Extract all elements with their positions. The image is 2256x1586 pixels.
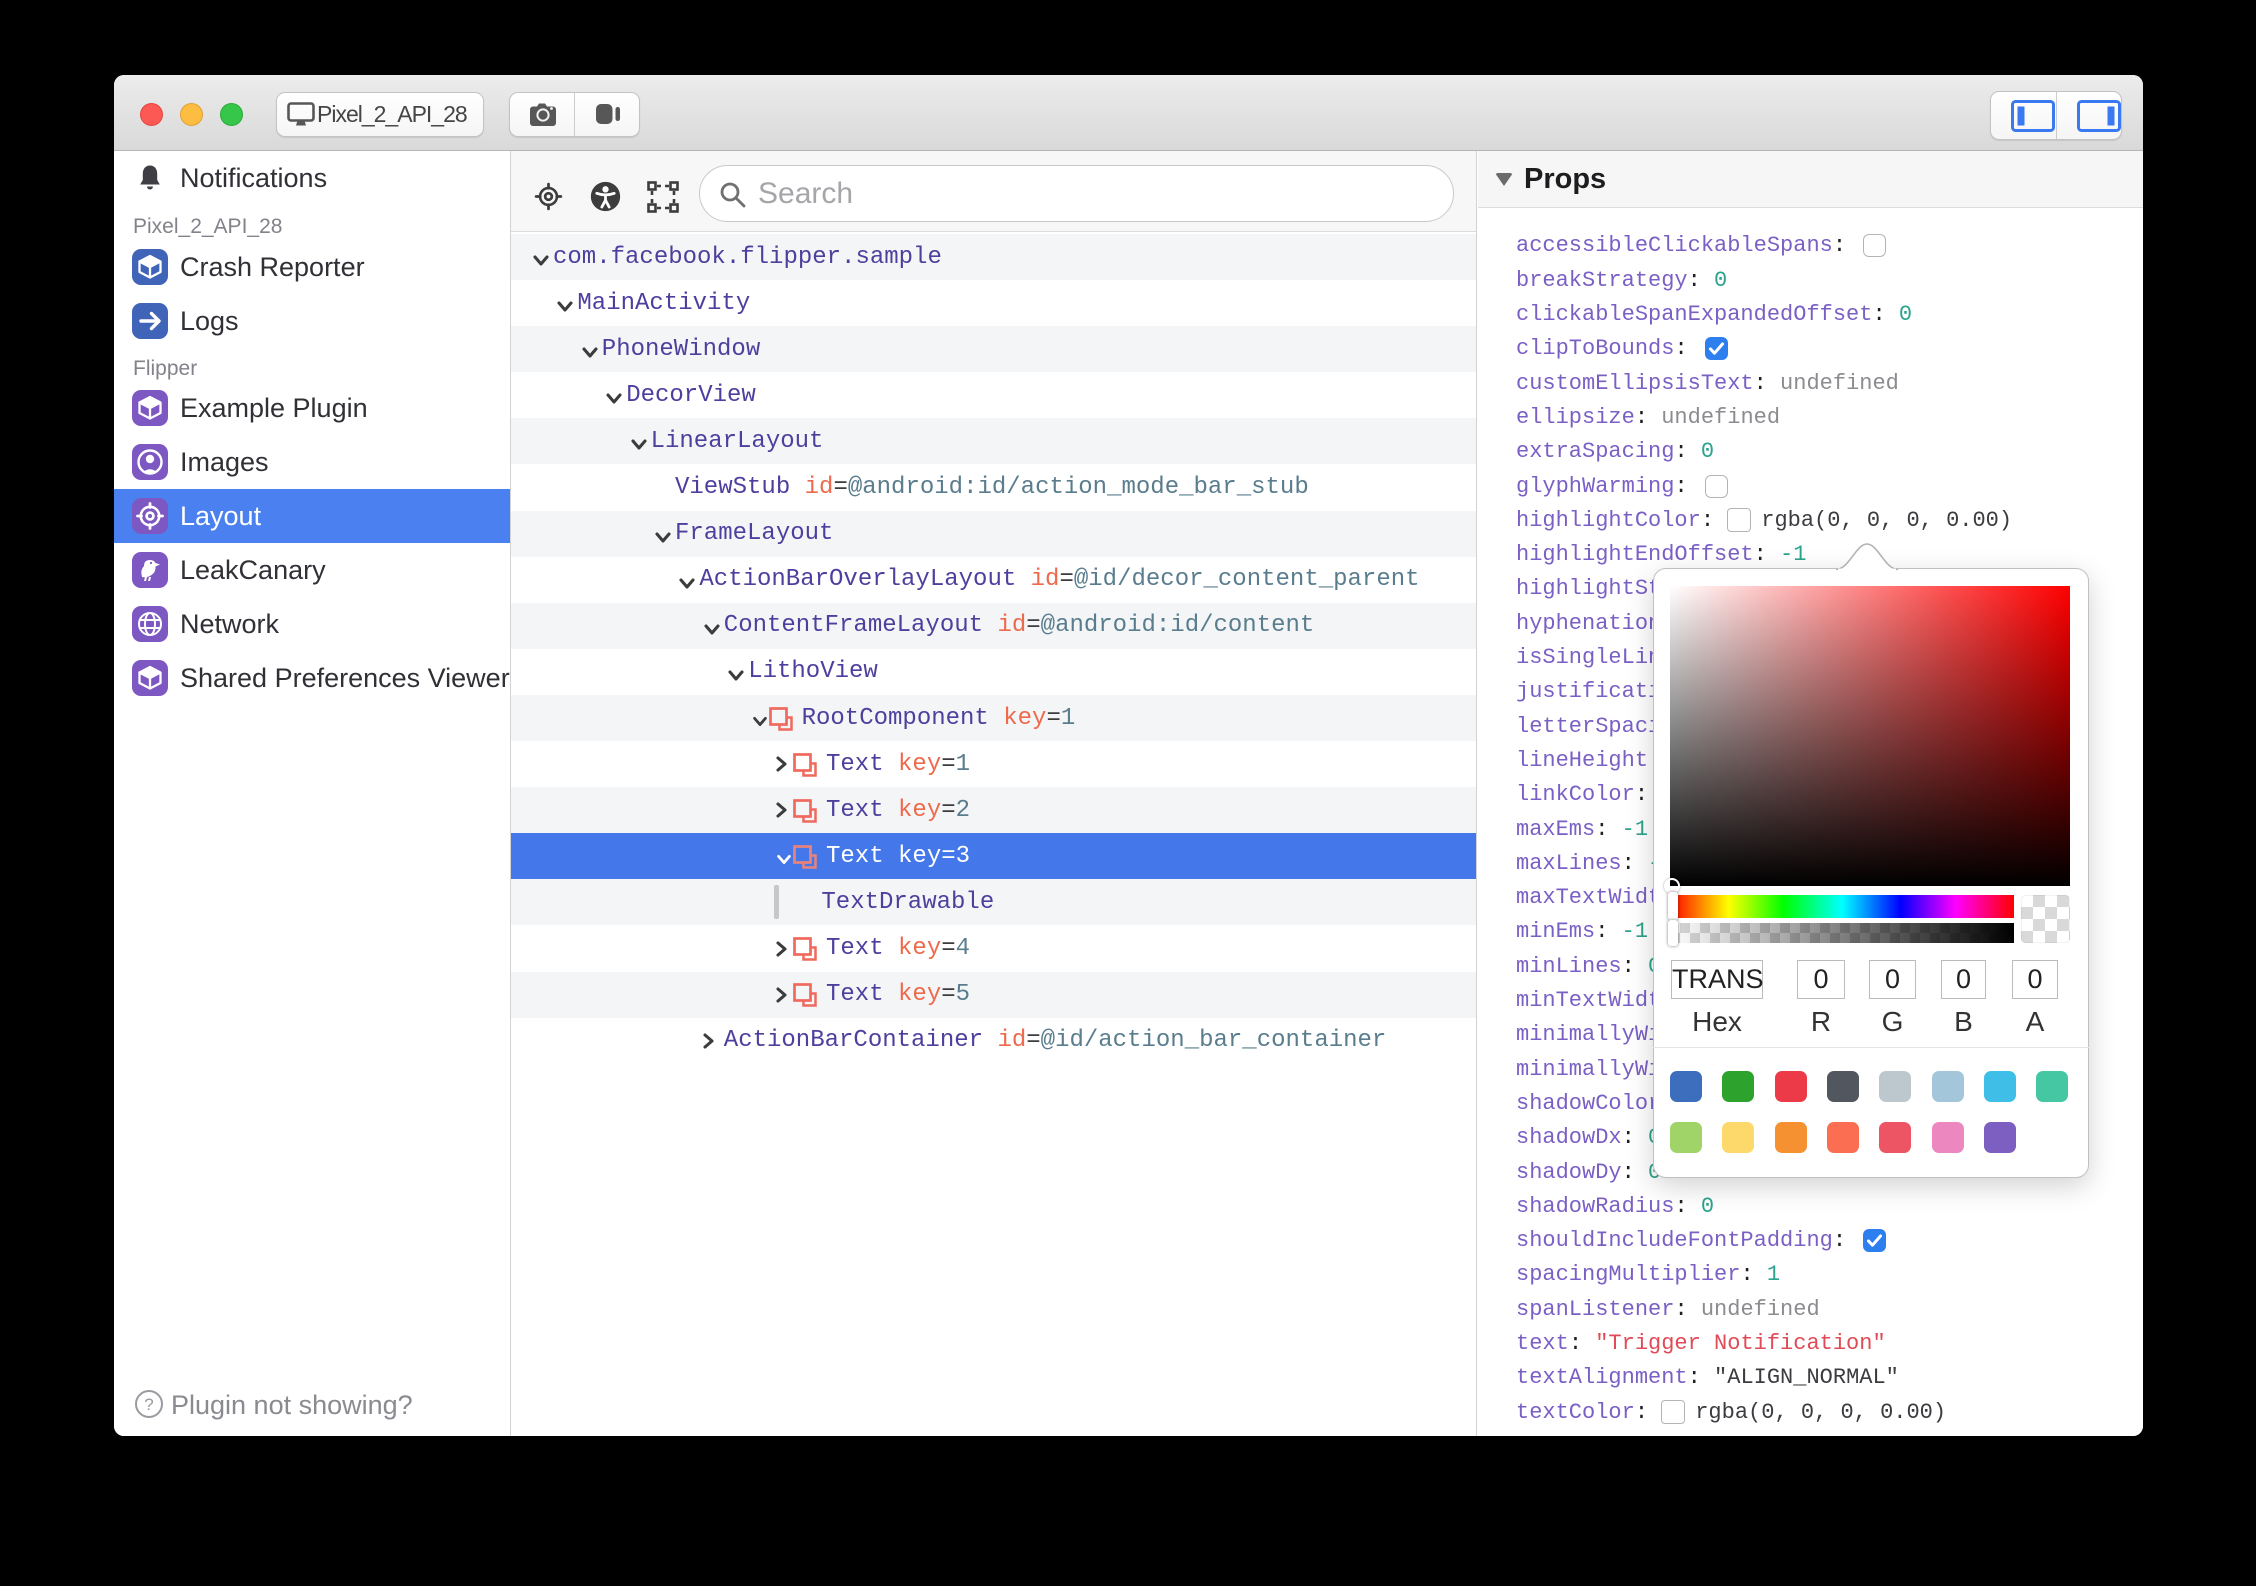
svg-text:?: ? <box>144 1395 153 1414</box>
